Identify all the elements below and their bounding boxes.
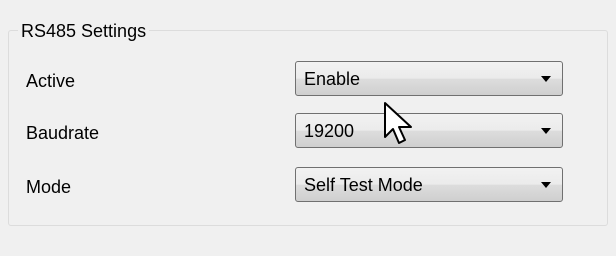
- mode-dropdown[interactable]: Self Test Mode: [295, 167, 563, 202]
- active-label: Active: [26, 71, 76, 91]
- baudrate-dropdown-value: 19200: [304, 121, 355, 141]
- active-dropdown-value: Enable: [304, 69, 361, 89]
- mode-label: Mode: [26, 177, 72, 197]
- baudrate-dropdown[interactable]: 19200: [295, 113, 563, 148]
- mode-dropdown-value: Self Test Mode: [304, 175, 423, 195]
- mouse-pointer-icon: [384, 102, 412, 144]
- chevron-down-icon: [541, 128, 551, 134]
- chevron-down-icon: [541, 182, 551, 188]
- rs485-settings-title: RS485 Settings: [18, 20, 150, 42]
- chevron-down-icon: [541, 76, 551, 82]
- baudrate-label: Baudrate: [26, 123, 100, 143]
- active-dropdown[interactable]: Enable: [295, 61, 563, 96]
